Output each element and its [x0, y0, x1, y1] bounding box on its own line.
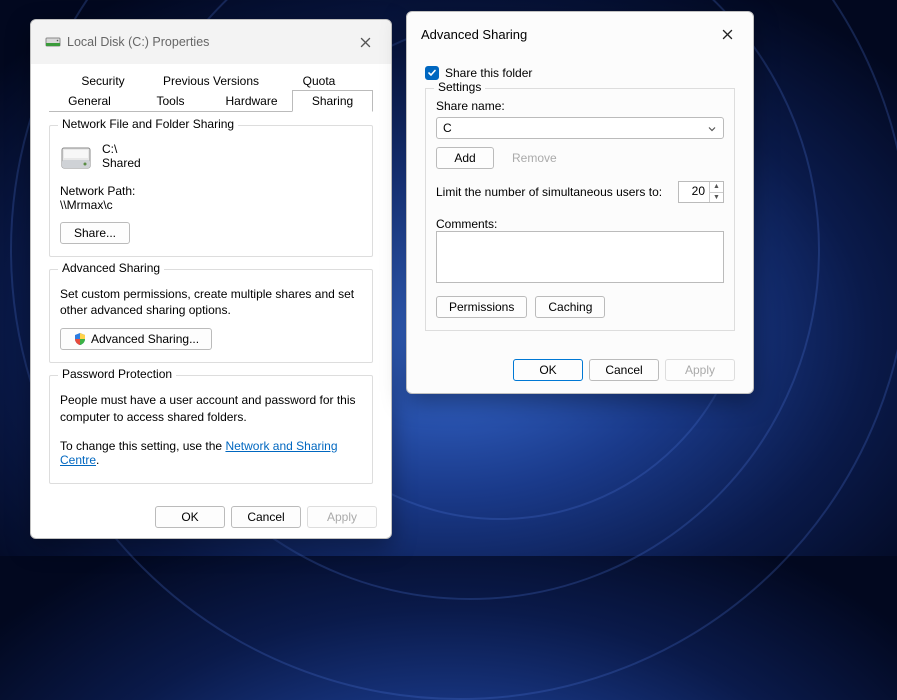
tab-previous-versions[interactable]: Previous Versions [157, 70, 265, 91]
add-button[interactable]: Add [436, 147, 494, 169]
group-network-sharing: Network File and Folder Sharing C:\ Shar… [49, 125, 373, 257]
settings-group: Settings Share name: C Add Remove Limit … [425, 88, 735, 331]
tab-tools[interactable]: Tools [130, 90, 211, 112]
share-folder-checkbox[interactable] [425, 66, 439, 80]
window-title: Advanced Sharing [421, 27, 527, 42]
advanced-sharing-button[interactable]: Advanced Sharing... [60, 328, 212, 350]
tab-sharing[interactable]: Sharing [292, 90, 373, 112]
permissions-button[interactable]: Permissions [436, 296, 527, 318]
cancel-button[interactable]: Cancel [231, 506, 301, 528]
remove-button[interactable]: Remove [500, 147, 569, 169]
limit-users-label: Limit the number of simultaneous users t… [436, 185, 662, 199]
advanced-sharing-desc: Set custom permissions, create multiple … [60, 286, 362, 318]
dialog-buttons: OK Cancel Apply [155, 506, 377, 528]
group-advanced-sharing: Advanced Sharing Set custom permissions,… [49, 269, 373, 363]
drive-label: C:\ [102, 142, 141, 156]
tabs-row-1: Security Previous Versions Quota [31, 70, 391, 91]
apply-button[interactable]: Apply [307, 506, 377, 528]
group-legend: Advanced Sharing [58, 261, 164, 275]
drive-icon-large [60, 142, 92, 174]
share-folder-label: Share this folder [445, 66, 532, 80]
share-name-label: Share name: [436, 99, 724, 113]
titlebar: Advanced Sharing [407, 12, 753, 56]
tab-general[interactable]: General [49, 90, 130, 112]
share-name-value: C [443, 121, 452, 135]
advanced-sharing-button-label: Advanced Sharing... [91, 332, 199, 346]
apply-button[interactable]: Apply [665, 359, 735, 381]
caching-button[interactable]: Caching [535, 296, 605, 318]
chevron-down-icon [707, 123, 717, 137]
tab-hardware[interactable]: Hardware [211, 90, 292, 112]
network-path-label: Network Path: [60, 184, 362, 198]
group-password-protection: Password Protection People must have a u… [49, 375, 373, 483]
advanced-sharing-window: Advanced Sharing Share this folder Setti… [406, 11, 754, 394]
share-button[interactable]: Share... [60, 222, 130, 244]
spinner-down-icon[interactable]: ▼ [710, 193, 723, 203]
share-name-combo[interactable]: C [436, 117, 724, 139]
dialog-buttons: OK Cancel Apply [513, 359, 735, 381]
cancel-button[interactable]: Cancel [589, 359, 659, 381]
settings-legend: Settings [434, 80, 485, 94]
ok-button[interactable]: OK [155, 506, 225, 528]
titlebar: Local Disk (C:) Properties [31, 20, 391, 64]
group-legend: Network File and Folder Sharing [58, 117, 238, 131]
password-desc: People must have a user account and pass… [60, 392, 362, 424]
shield-icon [73, 332, 87, 346]
comments-textarea[interactable] [436, 231, 724, 283]
tab-quota[interactable]: Quota [265, 70, 373, 91]
close-button[interactable] [347, 28, 383, 56]
share-status: Shared [102, 156, 141, 170]
spinner-up-icon[interactable]: ▲ [710, 182, 723, 193]
limit-users-spinner[interactable]: 20 ▲ ▼ [678, 181, 724, 203]
window-title: Local Disk (C:) Properties [67, 35, 209, 49]
limit-users-value: 20 [679, 182, 709, 202]
tabs-row-2: General Tools Hardware Sharing [31, 90, 391, 112]
properties-window: Local Disk (C:) Properties Security Prev… [30, 19, 392, 539]
network-path-value: \\Mrmax\c [60, 198, 362, 212]
comments-label: Comments: [436, 217, 724, 231]
password-change-prefix: To change this setting, use the [60, 439, 225, 453]
password-change-suffix: . [96, 453, 99, 467]
drive-icon [45, 34, 61, 50]
close-button[interactable] [709, 20, 745, 48]
tab-security[interactable]: Security [49, 70, 157, 91]
group-legend: Password Protection [58, 367, 176, 381]
ok-button[interactable]: OK [513, 359, 583, 381]
